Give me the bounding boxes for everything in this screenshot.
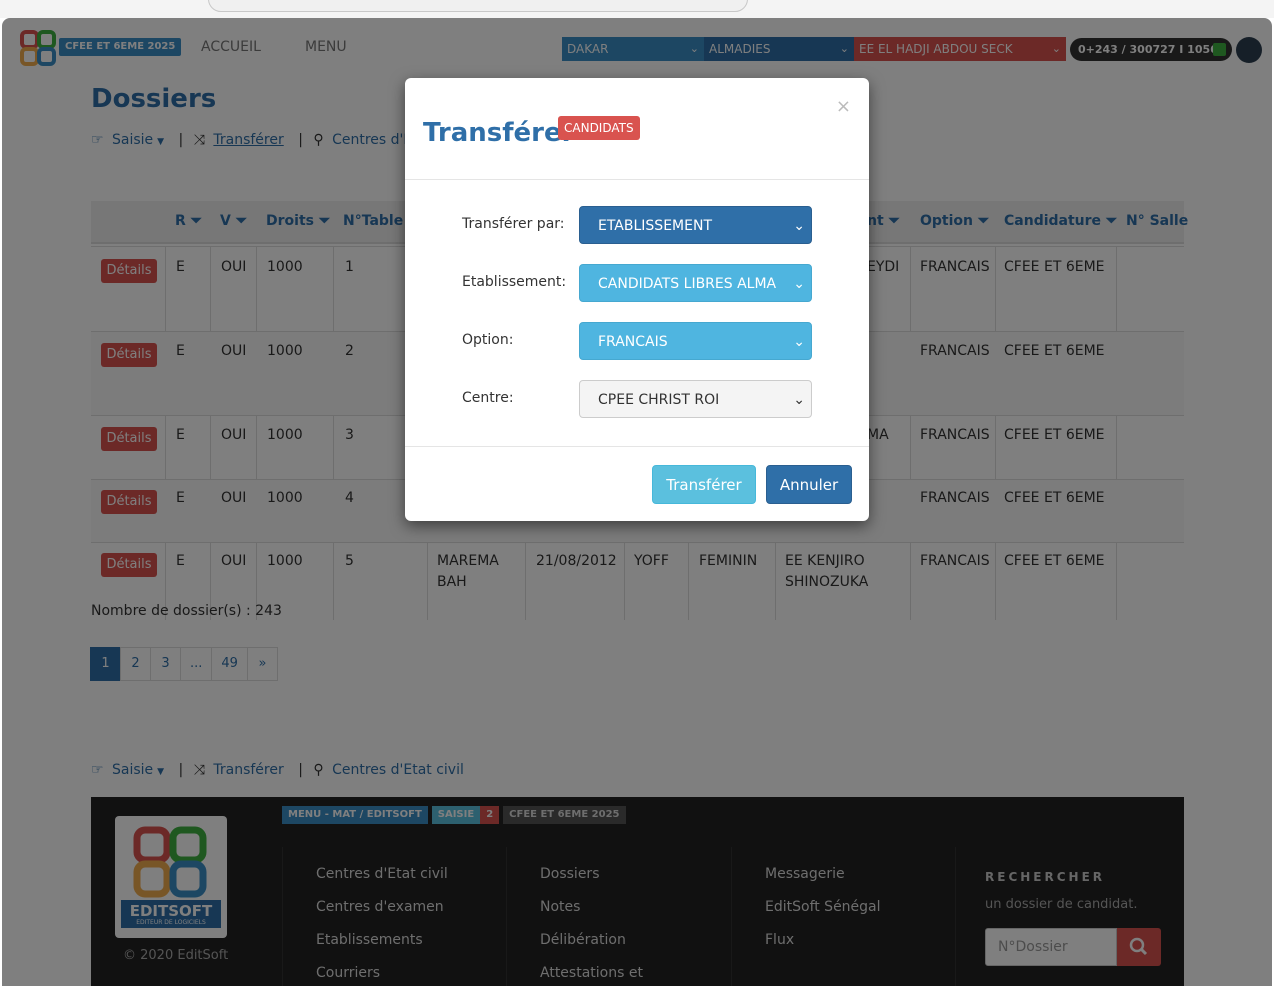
modal-title: Transférer (423, 118, 575, 148)
label-transferer-par: Transférer par: (462, 216, 565, 232)
label-etablissement: Etablissement: (462, 274, 567, 290)
transfer-button[interactable]: Transférer (652, 465, 756, 504)
address-bar[interactable] (208, 0, 748, 12)
etablissement-select[interactable]: CANDIDATS LIBRES ALMA ⌄ (579, 264, 812, 302)
modal-footer-divider (405, 446, 869, 447)
chevron-down-icon: ⌄ (793, 334, 805, 350)
transferer-par-value: ETABLISSEMENT (598, 218, 712, 234)
page: CFEE ET 6EME 2025 ACCUEIL MENU DAKAR ⌄ A… (2, 18, 1272, 986)
modal-header: Transférer CANDIDATS × (405, 78, 869, 180)
option-value: FRANCAIS (598, 334, 668, 350)
chevron-down-icon: ⌄ (793, 392, 805, 408)
transfer-modal: Transférer CANDIDATS × Transférer par: E… (405, 78, 869, 521)
browser-toolbar (0, 0, 1274, 18)
chevron-down-icon: ⌄ (793, 218, 805, 234)
label-centre: Centre: (462, 390, 514, 406)
option-select[interactable]: FRANCAIS ⌄ (579, 322, 812, 360)
chevron-down-icon: ⌄ (793, 276, 805, 292)
cancel-button[interactable]: Annuler (766, 465, 852, 504)
etablissement-value: CANDIDATS LIBRES ALMA (598, 276, 777, 292)
transferer-par-select[interactable]: ETABLISSEMENT ⌄ (579, 206, 812, 244)
close-icon[interactable]: × (836, 96, 851, 117)
centre-value: CPEE CHRIST ROI (598, 392, 720, 408)
centre-select[interactable]: CPEE CHRIST ROI ⌄ (579, 380, 812, 418)
label-option: Option: (462, 332, 514, 348)
candidats-badge: CANDIDATS (558, 116, 640, 140)
